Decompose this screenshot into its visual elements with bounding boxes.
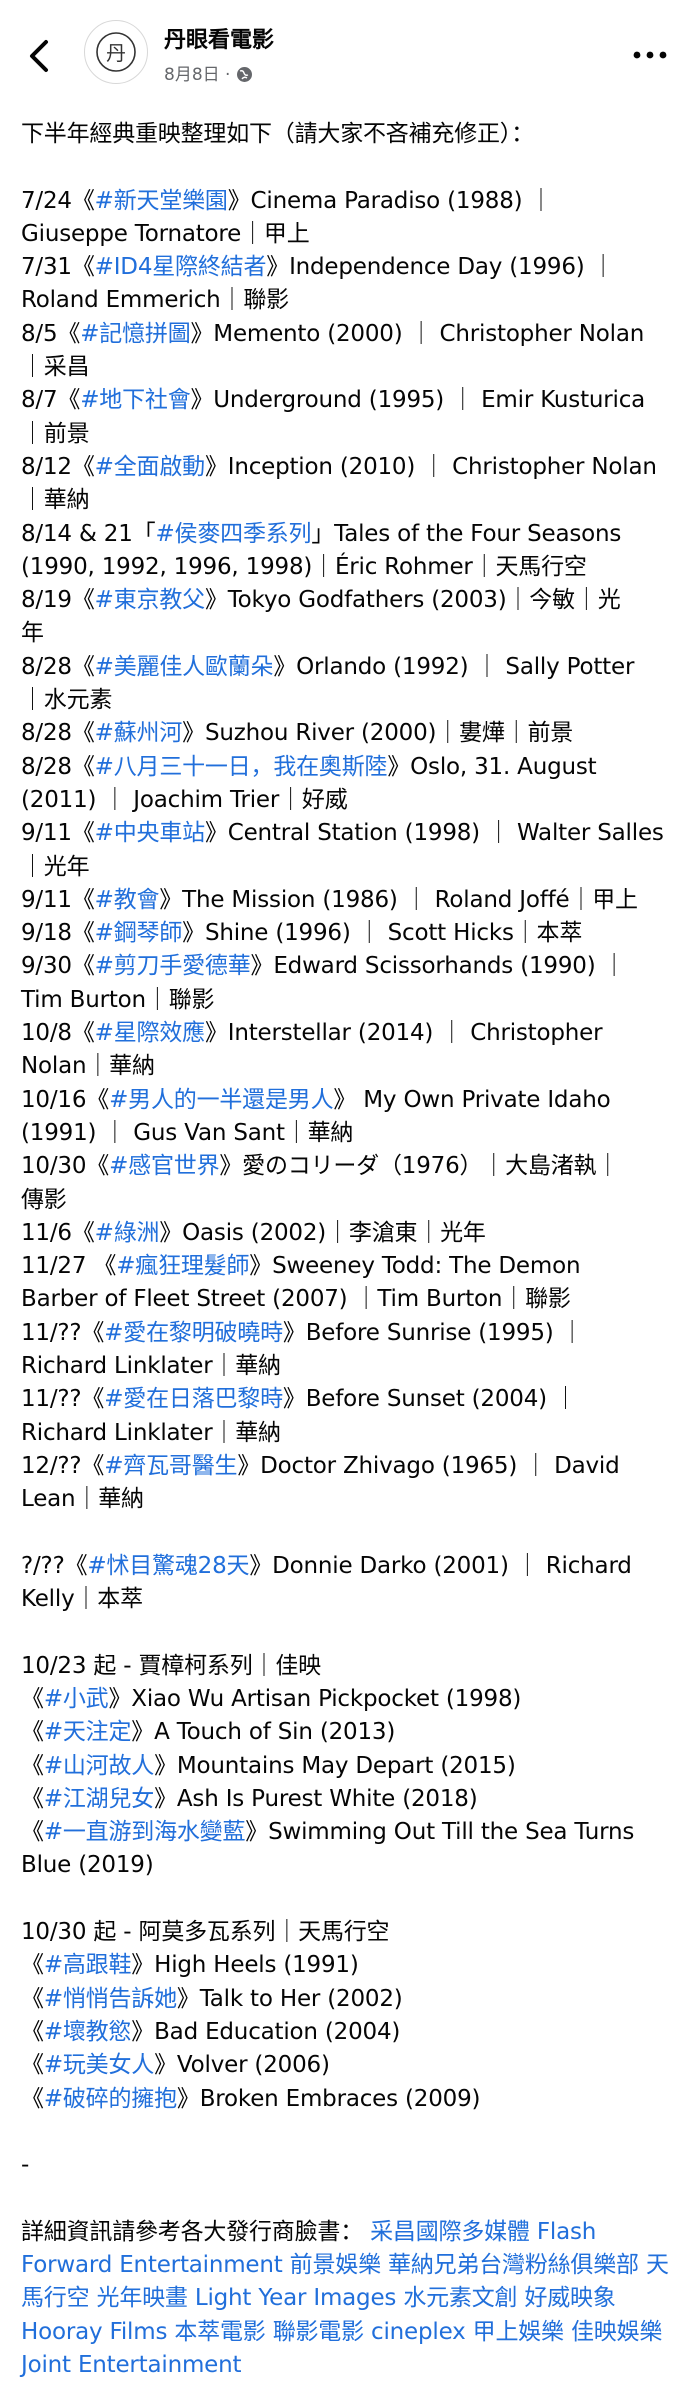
post-intro: 下半年經典重映整理如下（請大家不吝補充修正）：: [21, 121, 534, 147]
hashtag-link[interactable]: #全面啟動: [95, 454, 205, 480]
hashtag-link[interactable]: #蘇州河: [95, 720, 183, 746]
hashtag-link[interactable]: #東京教父: [95, 587, 205, 613]
page-mention-link[interactable]: 甲上娛樂: [473, 2319, 564, 2345]
hashtag-link[interactable]: #美麗佳人歐蘭朵: [95, 654, 274, 680]
logo-icon: 丹: [96, 32, 136, 72]
post-date[interactable]: 8月8日: [164, 65, 220, 85]
post-body: 下半年經典重映整理如下（請大家不吝補充修正）： 7/24《#新天堂樂園》Cine…: [21, 118, 681, 2382]
hashtag-link[interactable]: #高跟鞋: [44, 1952, 132, 1978]
hashtag-link[interactable]: #玩美女人: [44, 2052, 154, 2078]
more-icon[interactable]: [632, 50, 668, 60]
page-mention-link[interactable]: 華納兄弟台灣粉絲俱樂部: [388, 2252, 639, 2278]
hashtag-link[interactable]: #地下社會: [80, 387, 190, 413]
post-meta: 8月8日 ·: [164, 60, 253, 85]
chevron-left-icon[interactable]: [26, 38, 54, 74]
hashtag-link[interactable]: #感官世界: [109, 1153, 219, 1179]
hashtag-link[interactable]: #侯麥四季系列: [155, 521, 311, 547]
hashtag-link[interactable]: #齊瓦哥醫生: [104, 1453, 237, 1479]
hashtag-link[interactable]: #悄悄告訴她: [44, 1986, 177, 2012]
hashtag-link[interactable]: #山河故人: [44, 1753, 154, 1779]
hashtag-link[interactable]: #八月三十一日，我在奧斯陸: [95, 754, 388, 780]
page-mention-link[interactable]: 本萃電影: [174, 2319, 265, 2345]
hashtag-link[interactable]: #星際效應: [95, 1020, 205, 1046]
hashtag-link[interactable]: #小武: [44, 1686, 109, 1712]
hashtag-link[interactable]: #綠洲: [95, 1220, 160, 1246]
hashtag-link[interactable]: #中央車站: [95, 820, 205, 846]
page-mention-link[interactable]: 聯影電影 cineplex: [273, 2319, 466, 2345]
avatar-glyph: 丹: [106, 41, 126, 65]
page-name[interactable]: 丹眼看電影: [164, 22, 274, 54]
page-mention-link[interactable]: 采昌國際多媒體: [370, 2219, 530, 2245]
hashtag-link[interactable]: #新天堂樂園: [95, 188, 228, 214]
hashtag-link[interactable]: #瘋狂理髮師: [116, 1253, 249, 1279]
hashtag-link[interactable]: #江湖兒女: [44, 1786, 154, 1812]
avatar[interactable]: 丹: [84, 20, 148, 84]
post-header: 丹 丹眼看電影 8月8日 ·: [0, 0, 690, 130]
hashtag-link[interactable]: #愛在日落巴黎時: [104, 1386, 283, 1412]
hashtag-link[interactable]: #一直游到海水變藍: [44, 1819, 246, 1845]
hashtag-link[interactable]: #愛在黎明破曉時: [104, 1320, 283, 1346]
meta-separator: ·: [225, 65, 231, 85]
page-mention-link[interactable]: 光年映畫 Light Year Images: [97, 2285, 397, 2311]
globe-icon: [237, 67, 253, 82]
hashtag-link[interactable]: #破碎的擁抱: [44, 2086, 177, 2112]
hashtag-link[interactable]: #天注定: [44, 1719, 132, 1745]
hashtag-link[interactable]: #教會: [95, 887, 160, 913]
hashtag-link[interactable]: #怵目驚魂28天: [87, 1553, 249, 1579]
page-mention-link[interactable]: 水元素文創: [403, 2285, 517, 2311]
hashtag-link[interactable]: #男人的一半還是男人: [109, 1087, 333, 1113]
hashtag-link[interactable]: #ID4星際終結者: [95, 254, 267, 280]
hashtag-link[interactable]: #記憶拼圖: [80, 321, 190, 347]
hashtag-link[interactable]: #壞教慾: [44, 2019, 132, 2045]
hashtag-link[interactable]: #剪刀手愛德華: [95, 953, 251, 979]
hashtag-link[interactable]: #鋼琴師: [95, 920, 183, 946]
post-text: 7/24《: [21, 187, 95, 214]
